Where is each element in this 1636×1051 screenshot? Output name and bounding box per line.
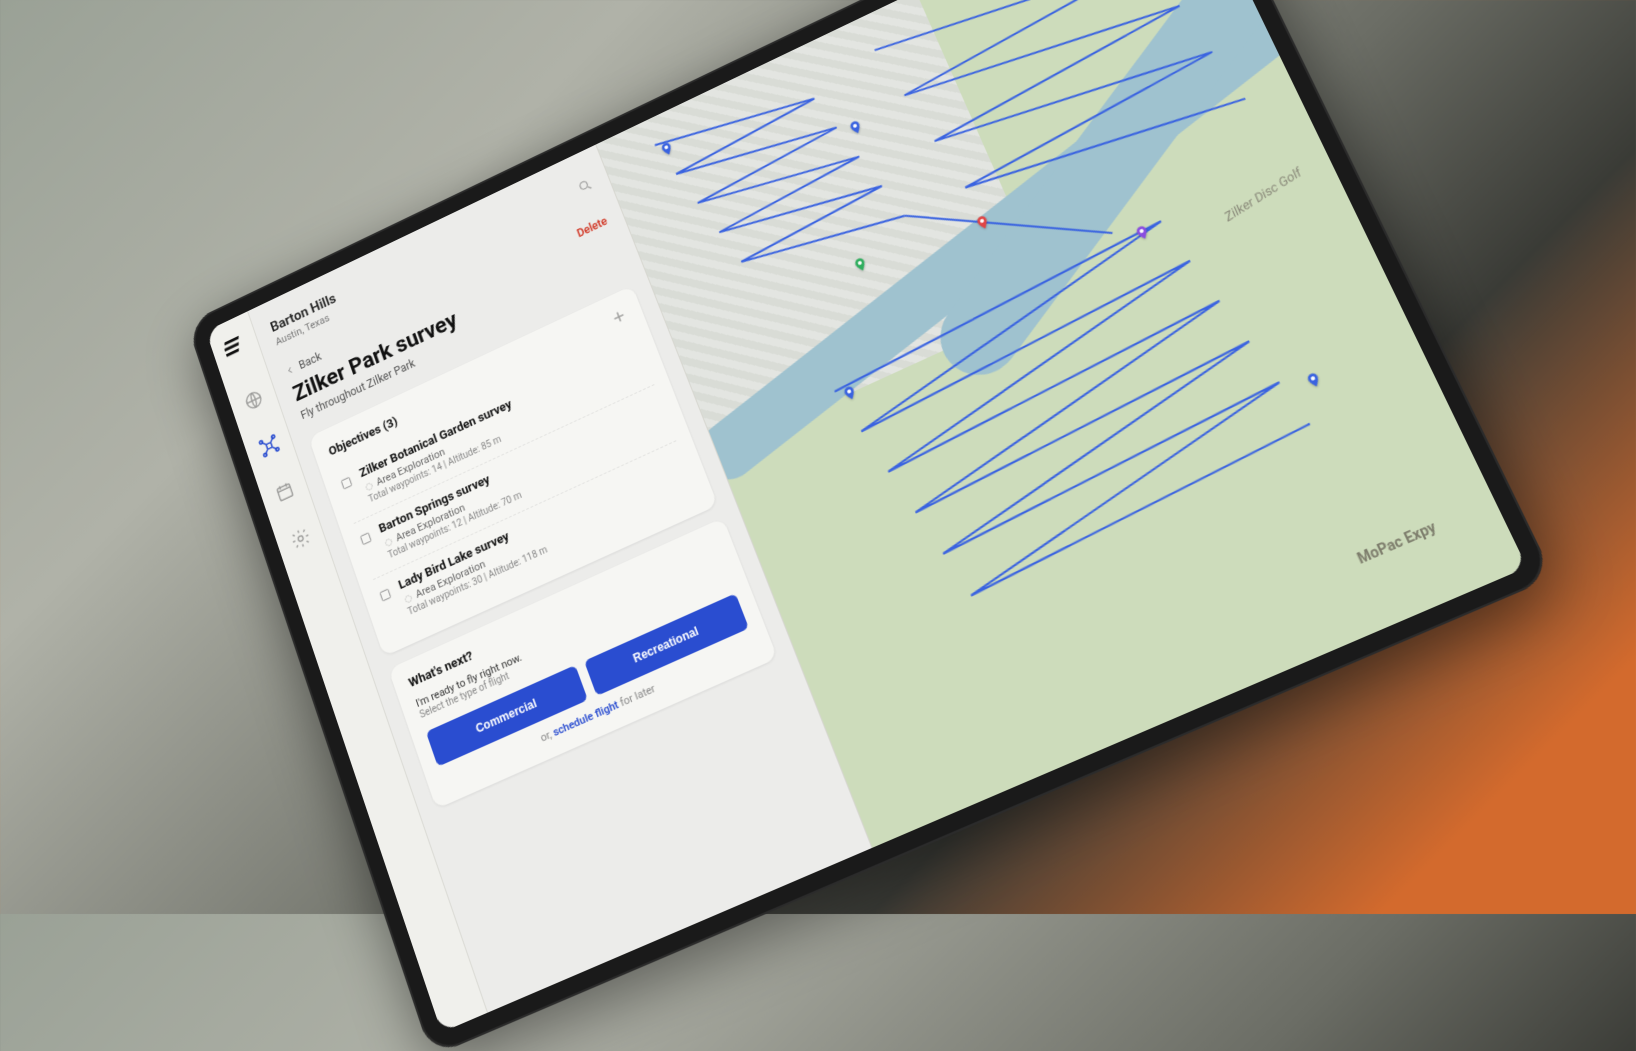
- objective-icon: [377, 585, 393, 603]
- waypoint-pin[interactable]: [1301, 367, 1326, 394]
- park-label: Zilker Disc Golf: [1222, 166, 1305, 225]
- globe-icon[interactable]: [241, 387, 265, 414]
- waypoint-pin[interactable]: [1131, 220, 1155, 246]
- drone-icon[interactable]: [257, 432, 281, 459]
- add-objective-button[interactable]: [608, 306, 630, 329]
- objective-icon: [358, 529, 374, 547]
- objective-icon: [338, 474, 354, 492]
- app-logo: [220, 330, 248, 362]
- calendar-icon[interactable]: [272, 478, 297, 505]
- flight-paths: [596, 0, 1186, 144]
- search-icon[interactable]: [576, 176, 595, 196]
- gear-icon[interactable]: [288, 525, 313, 553]
